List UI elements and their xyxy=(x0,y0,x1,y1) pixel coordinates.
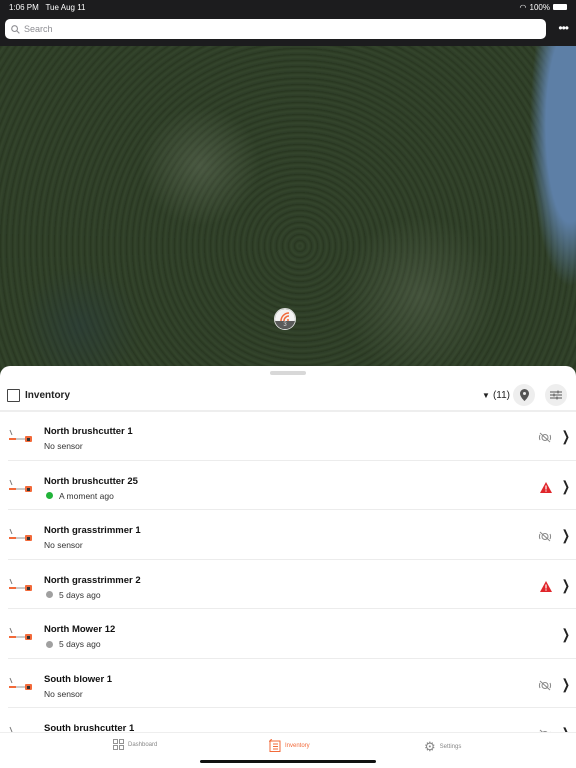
product-thumbnail xyxy=(8,477,36,495)
sliders-icon xyxy=(550,390,562,400)
product-thumbnail xyxy=(8,675,36,693)
search-input[interactable]: Search xyxy=(5,19,546,39)
battery-level: 100% xyxy=(529,2,550,12)
location-button[interactable] xyxy=(513,384,535,406)
item-status: 5 days ago xyxy=(44,639,101,649)
inventory-sheet: Inventory ▼ (11) North brushcutter 1 No se… xyxy=(0,366,576,768)
item-status-text: No sensor xyxy=(44,441,83,451)
product-thumbnail xyxy=(8,576,36,594)
inventory-row[interactable]: North brushcutter 25 A moment ago ❯ xyxy=(8,461,576,510)
product-thumbnail xyxy=(8,625,36,643)
item-name: North grasstrimmer 2 xyxy=(44,574,141,586)
status-date: Tue Aug 11 xyxy=(45,2,86,12)
status-time: 1:06 PM xyxy=(9,2,39,12)
status-bar: 1:06 PM Tue Aug 11 ◠ 100% xyxy=(0,0,576,14)
chevron-right-icon: ❯ xyxy=(562,626,571,642)
filter-button[interactable] xyxy=(545,384,567,406)
inventory-row[interactable]: North grasstrimmer 2 5 days ago ❯ xyxy=(8,560,576,609)
map-pin-icon xyxy=(519,389,529,401)
signal-icon xyxy=(280,312,290,321)
select-all-checkbox[interactable] xyxy=(7,388,20,402)
warning-icon xyxy=(540,480,552,498)
item-status: No sensor xyxy=(44,689,83,699)
no-sensor-icon xyxy=(538,430,552,448)
map-cluster-marker[interactable]: 3 xyxy=(274,308,296,330)
item-name: North grasstrimmer 1 xyxy=(44,525,141,536)
inventory-row[interactable]: North grasstrimmer 1 No sensor ❯ xyxy=(8,510,576,560)
more-options-button[interactable]: ••• xyxy=(558,22,569,34)
wifi-icon: ◠ xyxy=(519,2,527,12)
chevron-right-icon: ❯ xyxy=(562,527,571,543)
chevron-right-icon: ❯ xyxy=(562,477,571,494)
inventory-list-icon xyxy=(269,739,281,752)
item-name: South blower 1 xyxy=(44,673,113,685)
status-dot xyxy=(46,492,53,499)
product-thumbnail xyxy=(8,427,36,445)
search-icon xyxy=(11,24,20,34)
inventory-list: North brushcutter 1 No sensor ❯ North brush… xyxy=(0,411,576,758)
home-indicator xyxy=(200,760,376,763)
item-status: No sensor xyxy=(44,540,83,550)
item-count: (11) xyxy=(492,389,510,401)
item-name: North Mower 12 xyxy=(44,624,116,635)
chevron-right-icon: ❯ xyxy=(562,576,571,593)
inventory-row[interactable]: North Mower 12 5 days ago ❯ xyxy=(8,609,576,659)
grid-icon xyxy=(113,739,124,750)
search-placeholder: Search xyxy=(24,24,53,34)
item-name: North brushcutter 25 xyxy=(44,475,138,487)
tab-inventory-label: Inventory xyxy=(285,742,310,749)
item-status: 5 days ago xyxy=(44,590,101,600)
status-dot xyxy=(46,640,53,648)
top-bar: Search ••• xyxy=(0,14,576,46)
no-sensor-icon xyxy=(538,529,552,547)
warning-icon xyxy=(540,579,552,597)
chevron-right-icon: ❯ xyxy=(562,675,571,692)
sort-dropdown[interactable]: ▼ (11) xyxy=(482,390,510,401)
sheet-drag-handle[interactable] xyxy=(270,371,306,375)
caret-down-icon: ▼ xyxy=(482,390,490,400)
battery-icon xyxy=(553,4,567,10)
tab-inventory[interactable]: Inventory xyxy=(269,739,310,752)
inventory-row[interactable]: North brushcutter 1 No sensor ❯ xyxy=(8,411,576,461)
inventory-row[interactable]: South blower 1 No sensor ❯ xyxy=(8,659,576,708)
no-sensor-icon xyxy=(538,678,552,696)
tab-dashboard-label: Dashboard xyxy=(128,741,158,748)
item-name: North brushcutter 1 xyxy=(44,426,133,437)
tab-settings[interactable]: ⚙ Settings xyxy=(424,739,461,755)
item-status-text: 5 days ago xyxy=(59,589,101,600)
chevron-right-icon: ❯ xyxy=(562,428,571,444)
status-dot xyxy=(46,591,53,598)
item-status-text: A moment ago xyxy=(59,490,114,501)
item-status-text: 5 days ago xyxy=(59,639,101,649)
item-status-text: No sensor xyxy=(44,540,83,550)
item-status: A moment ago xyxy=(44,491,114,501)
gear-icon: ⚙ xyxy=(424,739,436,754)
item-status-text: No sensor xyxy=(44,688,83,699)
tab-dashboard[interactable]: Dashboard xyxy=(113,739,157,750)
item-status: No sensor xyxy=(44,441,83,451)
tab-settings-label: Settings xyxy=(439,744,462,750)
product-thumbnail xyxy=(8,526,36,544)
inventory-title: Inventory xyxy=(25,389,71,401)
